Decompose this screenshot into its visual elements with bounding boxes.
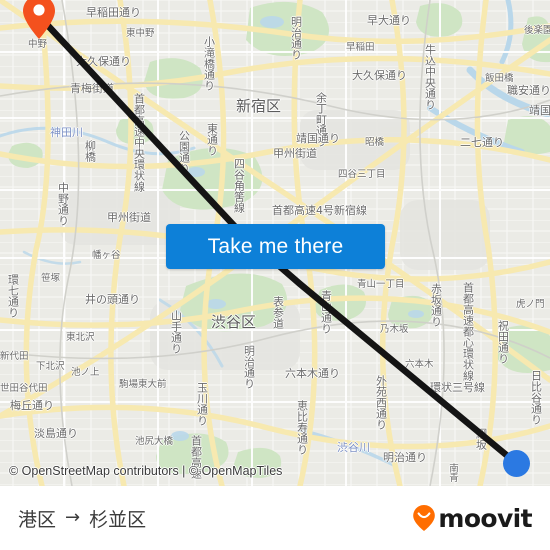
map-canvas[interactable]: 早稲田通り 東中野 中野 早大通り 早稲田 大久保通り 大久保通り 小滝橋通り 職安通り 牛込中央…: [0, 0, 550, 486]
destination-label: 杉並区: [89, 508, 147, 531]
origin-pin-icon[interactable]: [22, 0, 56, 40]
moovit-route-card: 早稲田通り 東中野 中野 早大通り 早稲田 大久保通り 大久保通り 小滝橋通り 職安通り 牛込中央…: [0, 0, 550, 550]
arrow-right-icon: →: [65, 507, 81, 528]
footer-bar: 港区 → 杉並区 moovit: [0, 486, 550, 550]
moovit-pin-icon: [413, 505, 436, 531]
moovit-wordmark: moovit: [438, 503, 532, 533]
destination-dot-icon[interactable]: [503, 450, 530, 477]
route-summary: 港区 → 杉並区: [18, 505, 146, 532]
origin-label: 港区: [18, 508, 57, 531]
take-me-there-button[interactable]: Take me there: [166, 224, 385, 269]
moovit-logo[interactable]: moovit: [412, 503, 533, 533]
map-attribution: © OpenStreetMap contributors | © OpenMap…: [9, 464, 283, 478]
